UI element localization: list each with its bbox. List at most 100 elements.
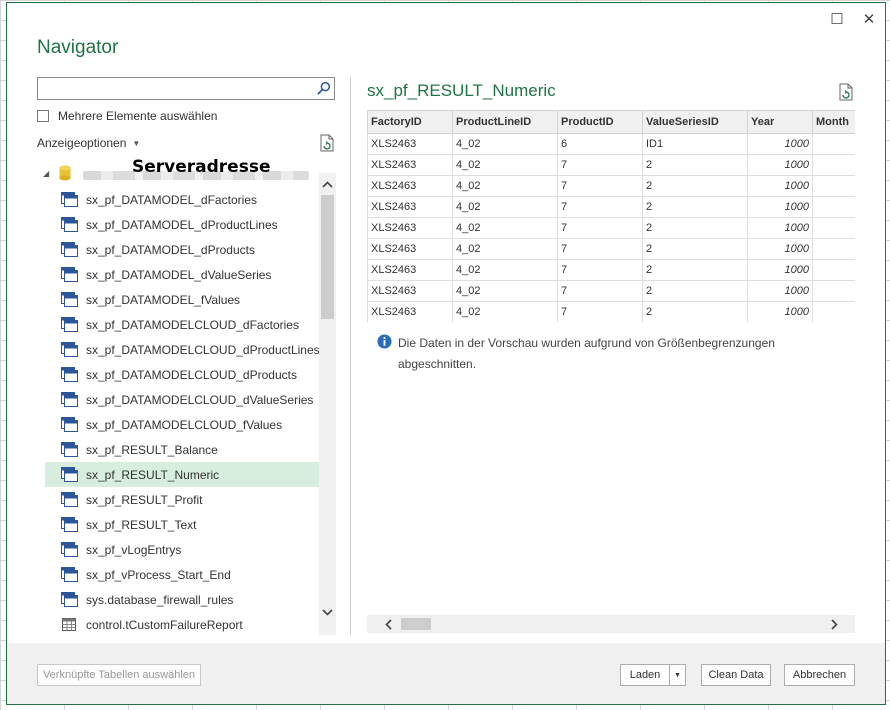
tree-item[interactable]: sx_pf_RESULT_Profit xyxy=(45,487,319,512)
display-options-dropdown[interactable]: Anzeigeoptionen ▼ xyxy=(37,136,140,150)
table-cell: 6 xyxy=(557,133,643,155)
tree-vertical-scrollbar[interactable] xyxy=(319,173,336,635)
load-options-dropdown[interactable]: ▼ xyxy=(669,664,686,686)
tree-item[interactable]: sx_pf_DATAMODEL_dFactories xyxy=(45,187,319,212)
tree-item[interactable]: control.tCustomFailureReport xyxy=(45,612,319,635)
tree-item-label: sx_pf_DATAMODEL_dFactories xyxy=(86,192,257,207)
tree-item[interactable]: sx_pf_RESULT_Numeric xyxy=(45,462,319,487)
column-header[interactable]: FactoryID xyxy=(367,110,453,134)
cancel-button[interactable]: Abbrechen xyxy=(784,664,855,686)
search-box[interactable] xyxy=(37,77,335,100)
view-icon xyxy=(61,417,78,432)
tree-item-label: sx_pf_RESULT_Numeric xyxy=(86,467,220,482)
multi-select-checkbox[interactable] xyxy=(37,110,49,122)
tree-item[interactable]: sx_pf_RESULT_Text xyxy=(45,512,319,537)
tree-item-label: sx_pf_DATAMODEL_dProducts xyxy=(86,242,255,257)
close-icon: ✕ xyxy=(862,11,876,28)
tree-item[interactable]: sys.database_firewall_rules xyxy=(45,587,319,612)
table-cell: 1000 xyxy=(747,217,813,239)
table-row: XLS2463 4_02 6 ID1 1000 xyxy=(367,133,855,155)
preview-table-viewport: FactoryID ProductLineID ProductID ValueSeri… xyxy=(367,110,855,322)
table-cell xyxy=(812,238,855,260)
horizontal-scroll-thumb[interactable] xyxy=(401,618,431,630)
table-cell: ID1 xyxy=(642,133,748,155)
table-cell: 7 xyxy=(557,154,643,176)
tree-item[interactable]: sx_pf_vLogEntrys xyxy=(45,537,319,562)
tree-item[interactable]: sx_pf_DATAMODEL_dProductLines xyxy=(45,212,319,237)
clean-data-button[interactable]: Clean Data xyxy=(701,664,771,686)
tree-item-label: sx_pf_DATAMODELCLOUD_dFactories xyxy=(86,317,299,332)
tree-item[interactable]: sx_pf_DATAMODELCLOUD_dProducts xyxy=(45,362,319,387)
expand-triangle-icon[interactable]: ◢ xyxy=(43,169,49,178)
tree-item[interactable]: sx_pf_DATAMODELCLOUD_fValues xyxy=(45,412,319,437)
column-header[interactable]: ProductLineID xyxy=(452,110,558,134)
tree-item[interactable]: sx_pf_vProcess_Start_End xyxy=(45,562,319,587)
scroll-thumb[interactable] xyxy=(321,195,334,319)
table-cell: 1000 xyxy=(747,280,813,302)
tree-item[interactable]: sx_pf_DATAMODEL_dValueSeries xyxy=(45,262,319,287)
table-row: XLS2463 4_02 7 2 1000 xyxy=(367,196,855,218)
preview-horizontal-scrollbar[interactable] xyxy=(367,615,855,633)
maximize-icon: ☐ xyxy=(830,11,844,28)
refresh-preview-icon[interactable] xyxy=(838,83,854,101)
tree-item-label: sx_pf_RESULT_Profit xyxy=(86,492,203,507)
tree-item-label: sys.database_firewall_rules xyxy=(86,592,234,607)
database-icon xyxy=(59,165,71,181)
column-header[interactable]: ProductID xyxy=(557,110,643,134)
tree-item[interactable]: sx_pf_DATAMODELCLOUD_dValueSeries xyxy=(45,387,319,412)
tree-item-label: control.tCustomFailureReport xyxy=(86,617,243,632)
scroll-right-button[interactable] xyxy=(825,615,843,633)
maximize-button[interactable]: ☐ xyxy=(827,9,847,29)
tree-item-label: sx_pf_DATAMODELCLOUD_dProducts xyxy=(86,367,297,382)
close-button[interactable]: ✕ xyxy=(859,9,879,29)
tree-item[interactable]: sx_pf_DATAMODELCLOUD_dProductLines xyxy=(45,337,319,362)
refresh-icon[interactable] xyxy=(319,134,335,152)
object-tree: sx_pf_DATAMODEL_dFactories sx_pf_DATAMODE… xyxy=(45,187,319,635)
info-text-line1: Die Daten in der Vorschau wurden aufgrun… xyxy=(398,336,775,350)
tree-item[interactable]: sx_pf_RESULT_Balance xyxy=(45,437,319,462)
tree-item[interactable]: sx_pf_DATAMODEL_dProducts xyxy=(45,237,319,262)
tree-item[interactable]: sx_pf_DATAMODEL_fValues xyxy=(45,287,319,312)
scroll-left-button[interactable] xyxy=(379,615,397,633)
chevron-left-icon xyxy=(384,618,392,630)
server-node[interactable]: ◢ Serveradresse xyxy=(43,157,313,185)
table-cell: 2 xyxy=(642,154,748,176)
column-header[interactable]: ValueSeriesID xyxy=(642,110,748,134)
table-cell: 4_02 xyxy=(452,154,558,176)
chevron-down-icon: ▼ xyxy=(132,138,141,148)
search-input[interactable] xyxy=(38,78,308,99)
table-row: XLS2463 4_02 7 2 1000 xyxy=(367,280,855,302)
table-cell: 4_02 xyxy=(452,238,558,260)
select-related-tables-button[interactable]: Verknüpfte Tabellen auswählen xyxy=(37,664,201,686)
search-icon[interactable] xyxy=(316,81,331,96)
column-header[interactable]: Year xyxy=(747,110,813,134)
table-cell: 1000 xyxy=(747,133,813,155)
view-icon xyxy=(61,517,78,532)
scroll-down-button[interactable] xyxy=(319,603,336,621)
table-cell: 7 xyxy=(557,217,643,239)
load-label: Laden xyxy=(629,669,661,681)
table-cell xyxy=(812,133,855,155)
table-cell: XLS2463 xyxy=(367,154,453,176)
table-cell: XLS2463 xyxy=(367,133,453,155)
preview-title: sx_pf_RESULT_Numeric xyxy=(367,81,556,100)
tree-item[interactable]: sx_pf_DATAMODELCLOUD_dFactories xyxy=(45,312,319,337)
view-icon xyxy=(61,392,78,407)
table-cell xyxy=(812,175,855,197)
cancel-label: Abbrechen xyxy=(792,669,847,681)
table-cell: 1000 xyxy=(747,196,813,218)
table-cell: XLS2463 xyxy=(367,259,453,281)
table-header-row: FactoryID ProductLineID ProductID ValueSeri… xyxy=(367,110,855,134)
view-icon xyxy=(61,492,78,507)
table-cell: XLS2463 xyxy=(367,196,453,218)
view-icon xyxy=(61,442,78,457)
truncation-notice: Die Daten in der Vorschau wurden aufgrun… xyxy=(377,333,797,375)
scroll-up-button[interactable] xyxy=(319,175,336,193)
table-cell xyxy=(812,217,855,239)
multi-select-row[interactable]: Mehrere Elemente auswählen xyxy=(37,109,217,123)
clean-data-label: Clean Data xyxy=(708,669,764,681)
table-row: XLS2463 4_02 7 2 1000 xyxy=(367,175,855,197)
table-cell: 1000 xyxy=(747,301,813,322)
load-button[interactable]: Laden xyxy=(620,664,670,686)
column-header[interactable]: Month xyxy=(812,110,855,134)
